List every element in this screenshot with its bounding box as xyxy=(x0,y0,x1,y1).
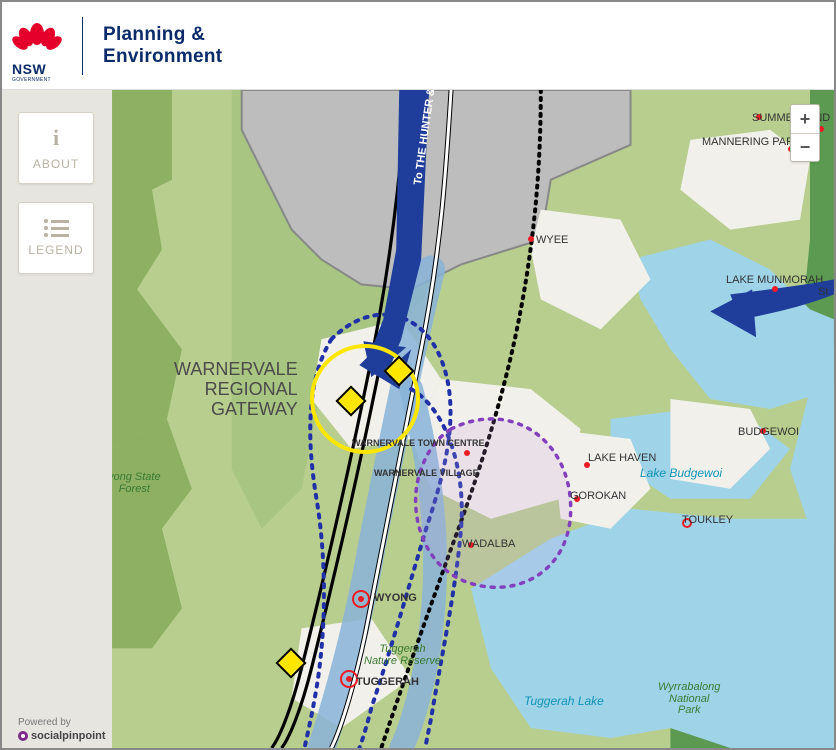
town-dot xyxy=(468,542,474,548)
dept-line2: Environment xyxy=(103,46,222,68)
nsw-gov-text: GOVERNMENT xyxy=(12,77,62,83)
town-dot xyxy=(528,236,534,242)
header: NSW GOVERNMENT Planning & Environment xyxy=(2,2,834,90)
strategic-centre-marker xyxy=(352,590,370,608)
map-svg xyxy=(112,90,834,748)
side-controls: i ABOUT LEGEND xyxy=(18,112,94,274)
dept-line1: Planning & xyxy=(103,24,222,46)
town-ring xyxy=(682,518,692,528)
legend-button[interactable]: LEGEND xyxy=(18,202,94,274)
pin-icon xyxy=(18,731,28,741)
town-dot xyxy=(756,114,762,120)
about-label: ABOUT xyxy=(33,157,79,171)
town-dot xyxy=(584,462,590,468)
map-canvas[interactable]: WARNERVALE REGIONAL GATEWAY WARNERVALE T… xyxy=(112,90,834,748)
town-dot xyxy=(760,428,766,434)
socialpinpoint-link[interactable]: socialpinpoint xyxy=(18,730,106,742)
powered-by: Powered by socialpinpoint xyxy=(18,717,106,742)
nsw-text: NSW xyxy=(12,61,62,77)
zoom-controls: + − xyxy=(790,104,820,162)
department-name: Planning & Environment xyxy=(103,24,222,68)
nsw-crest: NSW GOVERNMENT xyxy=(12,20,62,72)
app-window: NSW GOVERNMENT Planning & Environment i … xyxy=(0,0,836,750)
legend-label: LEGEND xyxy=(28,243,83,257)
zoom-out-button[interactable]: − xyxy=(791,133,819,161)
strategic-centre-marker xyxy=(340,670,358,688)
town-dot xyxy=(464,450,470,456)
body: i ABOUT LEGEND Powered by socialpinpoint xyxy=(2,90,834,748)
town-dot xyxy=(574,496,580,502)
list-icon xyxy=(44,219,69,237)
waratah-icon xyxy=(12,20,62,58)
info-icon: i xyxy=(53,125,59,151)
about-button[interactable]: i ABOUT xyxy=(18,112,94,184)
logo-divider xyxy=(82,17,83,75)
town-dot xyxy=(772,286,778,292)
powered-by-text: Powered by xyxy=(18,717,106,728)
logo: NSW GOVERNMENT Planning & Environment xyxy=(12,17,222,75)
brand-text: socialpinpoint xyxy=(31,730,106,742)
zoom-in-button[interactable]: + xyxy=(791,105,819,133)
